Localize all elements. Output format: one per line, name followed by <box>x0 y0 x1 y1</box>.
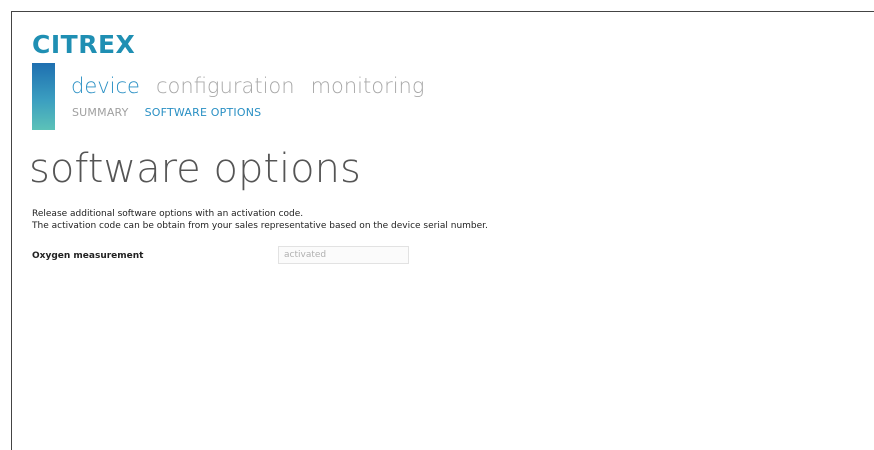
nav-device[interactable]: device <box>71 72 140 100</box>
oxygen-measurement-field[interactable] <box>278 246 409 264</box>
accent-bar <box>32 63 55 130</box>
sub-nav: SUMMARY SOFTWARE OPTIONS <box>72 106 261 120</box>
subnav-software-options[interactable]: SOFTWARE OPTIONS <box>145 106 262 120</box>
nav-configuration[interactable]: configuration <box>156 72 295 100</box>
citrex-logo: CITREX <box>32 30 136 59</box>
nav-monitoring[interactable]: monitoring <box>311 72 425 100</box>
page-description: Release additional software options with… <box>32 208 488 232</box>
page-title: software options <box>29 146 361 192</box>
subnav-summary[interactable]: SUMMARY <box>72 106 129 120</box>
description-line: The activation code can be obtain from y… <box>32 221 488 231</box>
main-nav: device configuration monitoring <box>71 72 424 100</box>
description-line: Release additional software options with… <box>32 209 304 219</box>
oxygen-measurement-label: Oxygen measurement <box>32 251 144 261</box>
